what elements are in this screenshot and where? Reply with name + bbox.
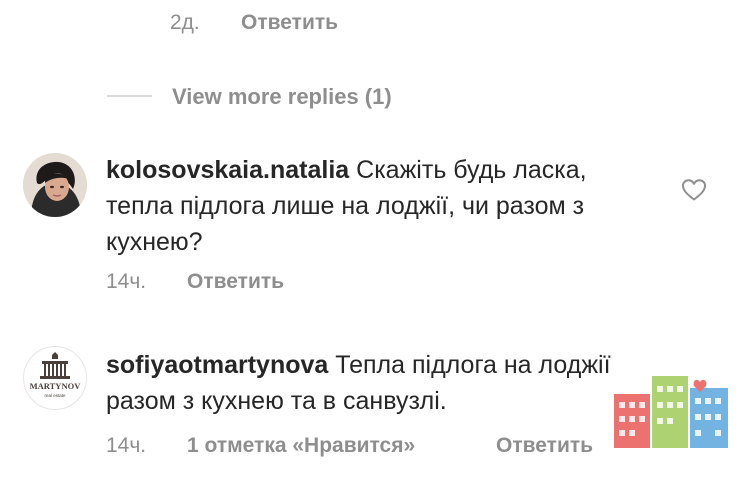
logo-sub-text: real estate [44,393,66,398]
likes-count-button[interactable]: 1 отметка «Нравится» [187,433,415,459]
like-button[interactable] [681,178,707,202]
comment-body: kolosovskaia.natalia Скажіть будь ласка,… [106,152,626,260]
avatar[interactable]: MARTYNOV real estate [23,346,87,410]
comment-body: sofiyaotmartynova Тепла підлога на лоджі… [106,347,626,419]
avatar[interactable] [23,153,87,217]
martynov-logo-icon: MARTYNOV real estate [30,352,82,398]
comment-time: 14ч. [106,270,147,293]
comment-username[interactable]: kolosovskaia.natalia [106,156,349,184]
user-photo-icon [23,153,87,217]
comment-username[interactable]: sofiyaotmartynova [106,351,328,379]
heart-outline-icon [682,179,706,201]
reply-button[interactable]: Ответить [187,269,284,295]
comment-time: 14ч. [106,434,147,457]
comment-time: 2д. [170,11,200,34]
replies-divider [107,95,152,97]
view-more-replies-button[interactable]: View more replies (1) [172,83,392,111]
reply-button[interactable]: Ответить [241,10,338,36]
logo-brand-text: MARTYNOV [30,381,82,391]
reply-button[interactable]: Ответить [496,433,593,459]
watermark-buildings-icon [610,372,732,448]
